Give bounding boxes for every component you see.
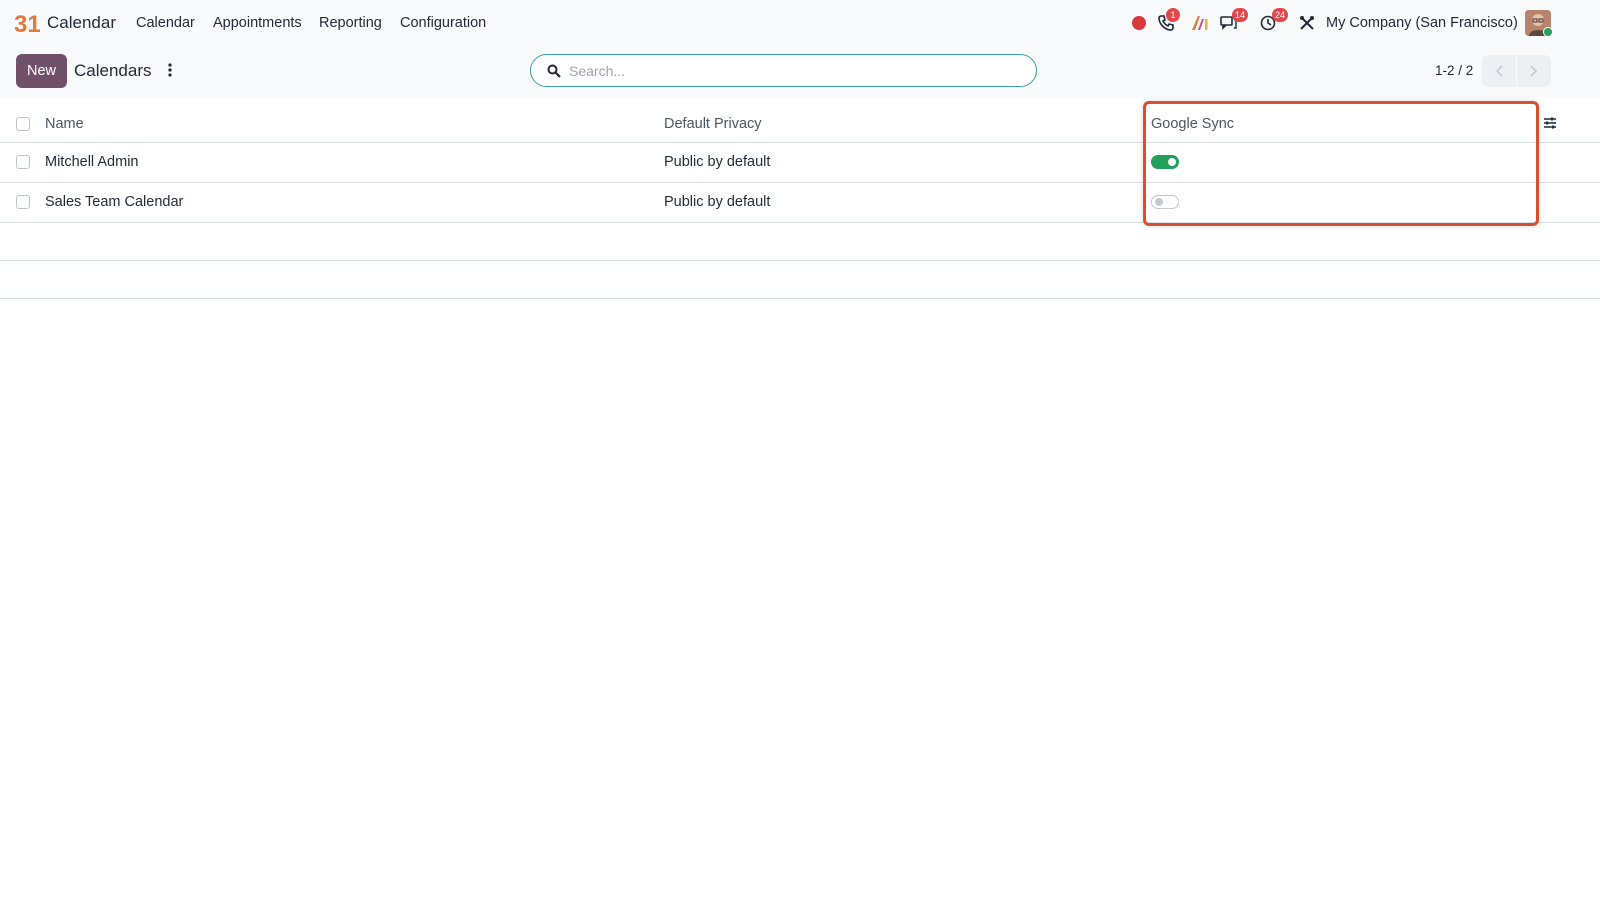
column-header-default-privacy[interactable]: Default Privacy [664, 116, 762, 132]
row-checkbox[interactable] [16, 155, 30, 169]
table-header: Name Default Privacy Google Sync [0, 103, 1600, 143]
chevron-right-icon [1530, 65, 1538, 77]
column-header-name[interactable]: Name [45, 116, 84, 132]
chevron-left-icon [1495, 65, 1503, 77]
pager-value[interactable]: 1-2 / 2 [1435, 63, 1473, 78]
row-default-privacy[interactable]: Public by default [664, 154, 770, 170]
messages-badge: 14 [1232, 8, 1249, 22]
empty-table-row [0, 261, 1600, 299]
activities-badge: 24 [1272, 8, 1289, 22]
new-button[interactable]: New [16, 54, 67, 88]
ai-icon[interactable] [1190, 13, 1210, 33]
google-sync-toggle[interactable] [1151, 155, 1179, 169]
menu-appointments[interactable]: Appointments [213, 15, 302, 31]
record-icon[interactable] [1129, 13, 1149, 33]
phone-badge: 1 [1166, 8, 1180, 22]
table-row[interactable]: Sales Team Calendar Public by default [0, 183, 1600, 223]
search-bar[interactable] [530, 54, 1037, 87]
tools-icon[interactable] [1297, 13, 1317, 33]
search-input[interactable] [569, 60, 1019, 82]
top-navbar: 31 Calendar Calendar Appointments Report… [0, 0, 1600, 46]
pager-next-button[interactable] [1517, 55, 1551, 87]
row-name[interactable]: Mitchell Admin [45, 154, 138, 170]
select-all-checkbox[interactable] [16, 117, 30, 131]
online-status-dot [1543, 27, 1553, 37]
page-title: Calendars [74, 61, 152, 80]
optional-columns-icon[interactable] [1543, 116, 1557, 130]
row-name[interactable]: Sales Team Calendar [45, 194, 183, 210]
menu-calendar[interactable]: Calendar [136, 15, 195, 31]
pager-previous-button[interactable] [1482, 55, 1516, 87]
menu-reporting[interactable]: Reporting [319, 15, 382, 31]
menu-configuration[interactable]: Configuration [400, 15, 486, 31]
company-switcher[interactable]: My Company (San Francisco) [1326, 15, 1518, 31]
google-sync-toggle[interactable] [1151, 195, 1179, 209]
table-row[interactable]: Mitchell Admin Public by default [0, 143, 1600, 183]
row-default-privacy[interactable]: Public by default [664, 194, 770, 210]
app-name[interactable]: Calendar [47, 13, 116, 33]
svg-text:31: 31 [14, 11, 40, 36]
calendar-app-logo-icon[interactable]: 31 [14, 10, 40, 36]
control-panel: New Calendars 1-2 / 2 [0, 46, 1600, 98]
empty-table-row [0, 223, 1600, 261]
row-checkbox[interactable] [16, 195, 30, 209]
column-header-google-sync[interactable]: Google Sync [1151, 116, 1234, 132]
search-icon [547, 64, 561, 78]
actions-menu-icon[interactable] [165, 61, 175, 81]
